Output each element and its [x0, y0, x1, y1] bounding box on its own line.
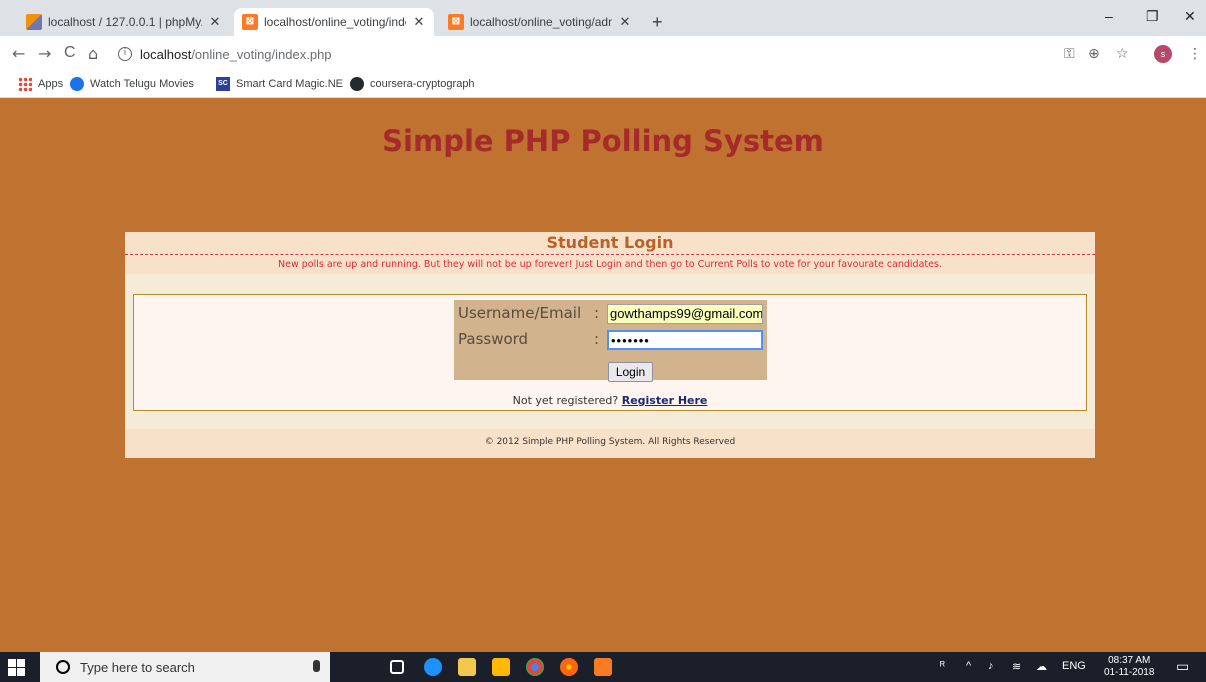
apps-grid-icon [18, 77, 32, 91]
bookmark-telugu-movies[interactable]: Watch Telugu Movies [70, 77, 194, 91]
tray-chevron-up-icon[interactable]: ^ [966, 660, 971, 672]
login-box: Username/Email : gowthamps99@gmail.com P… [133, 294, 1087, 411]
close-tab-icon[interactable]: ✕ [208, 14, 222, 30]
xampp-taskbar-icon[interactable] [594, 658, 612, 676]
register-row: Not yet registered? Register Here [134, 394, 1086, 407]
chrome-icon[interactable] [526, 658, 544, 676]
tab-title: localhost / 127.0.0.1 | phpMyAdm [48, 15, 202, 29]
minimize-button[interactable]: – [1105, 8, 1113, 24]
tab-online-voting-index[interactable]: ⊠ localhost/online_voting/index.ph ✕ [234, 8, 434, 36]
zoom-icon[interactable]: ⊕ [1088, 46, 1100, 62]
menu-icon[interactable]: ⋮ [1188, 46, 1202, 62]
password-input[interactable]: ••••••• [607, 330, 763, 350]
login-form: Username/Email : gowthamps99@gmail.com P… [454, 300, 767, 382]
back-icon[interactable]: ← [12, 44, 25, 63]
footer: © 2012 Simple PHP Polling System. All Ri… [125, 429, 1095, 458]
url-host: localhost [140, 46, 192, 62]
bookmark-label: Apps [38, 78, 64, 90]
bookmark-star-icon[interactable]: ☆ [1116, 46, 1129, 62]
search-placeholder: Type here to search [80, 659, 195, 675]
browser-tab-bar: localhost / 127.0.0.1 | phpMyAdm ✕ ⊠ loc… [0, 0, 1206, 36]
close-tab-icon[interactable]: ✕ [618, 14, 632, 30]
username-colon: : [594, 304, 600, 322]
smart-card-icon: SC [216, 77, 230, 91]
windows-taskbar: Type here to search ᴿ ^ ♪ ≋ ☁ ENG 08:37 … [0, 652, 1206, 682]
microphone-icon[interactable] [313, 660, 320, 672]
clock[interactable]: 08:37 AM 01-11-2018 [1104, 655, 1154, 679]
reload-icon[interactable]: C [64, 44, 76, 62]
tab-title: localhost/online_voting/admin/re [470, 15, 612, 29]
panel-title: Student Login [125, 232, 1095, 254]
xampp-icon: ⊠ [448, 14, 464, 30]
play-icon [70, 77, 84, 91]
volume-icon[interactable]: ♪ [988, 660, 994, 672]
bookmark-label: coursera-cryptograph [370, 78, 475, 90]
site-title: Simple PHP Polling System [382, 124, 824, 158]
edge-icon[interactable] [424, 658, 442, 676]
notifications-icon[interactable]: ▭ [1176, 658, 1189, 675]
close-tab-icon[interactable]: ✕ [412, 14, 426, 30]
key-icon[interactable]: ⚿ [1064, 46, 1075, 62]
bookmark-coursera[interactable]: coursera-cryptograph [350, 77, 475, 91]
file-explorer-icon[interactable] [492, 658, 510, 676]
page-content: Simple PHP Polling System Student Login … [0, 98, 1206, 652]
phpmyadmin-icon [26, 14, 42, 30]
bookmark-label: Watch Telugu Movies [90, 78, 194, 90]
login-panel: Student Login New polls are up and runni… [125, 232, 1095, 458]
clock-time: 08:37 AM [1108, 655, 1151, 666]
register-prompt: Not yet registered? [512, 394, 619, 407]
url-path: /online_voting/index.php [191, 46, 332, 62]
new-tab-button[interactable]: + [652, 12, 663, 33]
people-icon[interactable]: ᴿ [940, 660, 945, 672]
forward-icon[interactable]: → [38, 44, 51, 63]
dashed-divider [125, 254, 1095, 255]
address-row: ← → C ⌂ i localhost/online_voting/index.… [0, 36, 1206, 72]
home-icon[interactable]: ⌂ [88, 44, 98, 63]
xampp-icon: ⊠ [242, 14, 258, 30]
login-button[interactable]: Login [608, 362, 653, 382]
wifi-icon[interactable]: ≋ [1012, 660, 1021, 673]
windows-start-icon[interactable] [8, 658, 26, 676]
language-indicator[interactable]: ENG [1062, 660, 1086, 672]
username-input[interactable]: gowthamps99@gmail.com [607, 304, 763, 324]
task-view-icon[interactable] [390, 660, 404, 674]
github-icon [350, 77, 364, 91]
bookmark-apps[interactable]: Apps [18, 77, 63, 91]
onedrive-icon[interactable]: ☁ [1036, 660, 1047, 673]
cortana-icon [56, 660, 70, 674]
close-window-button[interactable]: ✕ [1184, 8, 1196, 25]
store-icon[interactable] [458, 658, 476, 676]
tab-online-voting-admin[interactable]: ⊠ localhost/online_voting/admin/re ✕ [440, 8, 640, 36]
firefox-icon[interactable] [560, 658, 578, 676]
profile-avatar[interactable]: s [1154, 45, 1172, 63]
taskbar-search[interactable]: Type here to search [40, 652, 330, 682]
tab-title: localhost/online_voting/index.ph [264, 15, 406, 29]
bookmarks-bar: Apps Watch Telugu Movies SC Smart Card M… [0, 72, 1206, 98]
clock-date: 01-11-2018 [1104, 667, 1155, 678]
register-link[interactable]: Register Here [622, 394, 708, 407]
restore-button[interactable]: ❐ [1146, 8, 1159, 25]
tab-phpmyadmin[interactable]: localhost / 127.0.0.1 | phpMyAdm ✕ [18, 8, 230, 36]
password-colon: : [594, 330, 600, 348]
polls-notice: New polls are up and running. But they w… [125, 256, 1095, 274]
address-bar[interactable]: i localhost/online_voting/index.php [118, 41, 1058, 67]
password-label: Password [458, 330, 529, 348]
info-icon[interactable]: i [118, 47, 132, 61]
bookmark-smart-card-magic[interactable]: SC Smart Card Magic.NE [216, 77, 343, 91]
username-label: Username/Email [458, 304, 582, 322]
bookmark-label: Smart Card Magic.NE [236, 78, 343, 90]
